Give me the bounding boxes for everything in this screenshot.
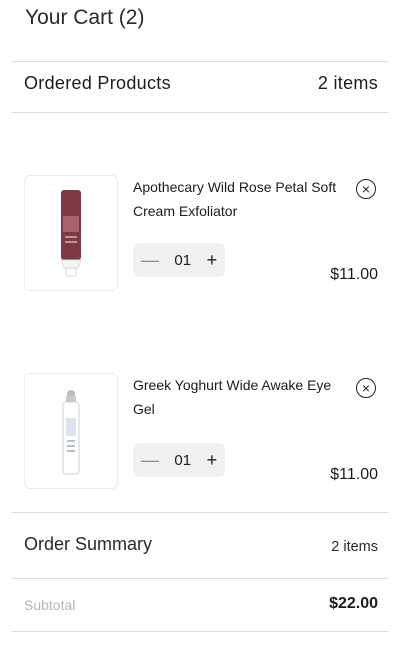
product-name[interactable]: Greek Yoghurt Wide Awake Eye Gel [133, 373, 343, 421]
divider [12, 631, 388, 632]
remove-item-button[interactable]: × [356, 378, 376, 398]
close-icon: × [361, 380, 371, 396]
divider [12, 112, 388, 113]
roller-bottle-image [62, 390, 80, 475]
divider [12, 61, 388, 62]
item-price: $11.00 [330, 266, 378, 283]
decrement-button[interactable]: — [141, 250, 159, 271]
order-summary-count: 2 items [331, 539, 378, 555]
remove-item-button[interactable]: × [356, 179, 376, 199]
product-image-eye-gel[interactable] [24, 373, 118, 489]
quantity-value: 01 [174, 451, 192, 469]
cart-title: Your Cart (2) [25, 6, 145, 29]
close-icon: × [361, 181, 371, 197]
ordered-products-label: Ordered Products [24, 73, 171, 93]
order-summary-label: Order Summary [24, 534, 153, 554]
item-price: $11.00 [330, 466, 378, 483]
increment-button[interactable]: + [207, 250, 218, 271]
quantity-stepper[interactable]: — 01 + [133, 443, 225, 477]
product-name[interactable]: Apothecary Wild Rose Petal Soft Cream Ex… [133, 175, 343, 223]
subtotal-value: $22.00 [329, 595, 378, 612]
subtotal-label: Subtotal [24, 597, 76, 613]
quantity-value: 01 [174, 251, 192, 269]
quantity-stepper[interactable]: — 01 + [133, 243, 225, 277]
divider [12, 512, 388, 513]
cream-tube-image [60, 190, 82, 277]
increment-button[interactable]: + [207, 450, 218, 471]
ordered-products-count: 2 items [317, 73, 378, 93]
divider [12, 578, 388, 579]
product-image-rose-exfoliator[interactable] [24, 175, 118, 291]
decrement-button[interactable]: — [141, 450, 159, 471]
